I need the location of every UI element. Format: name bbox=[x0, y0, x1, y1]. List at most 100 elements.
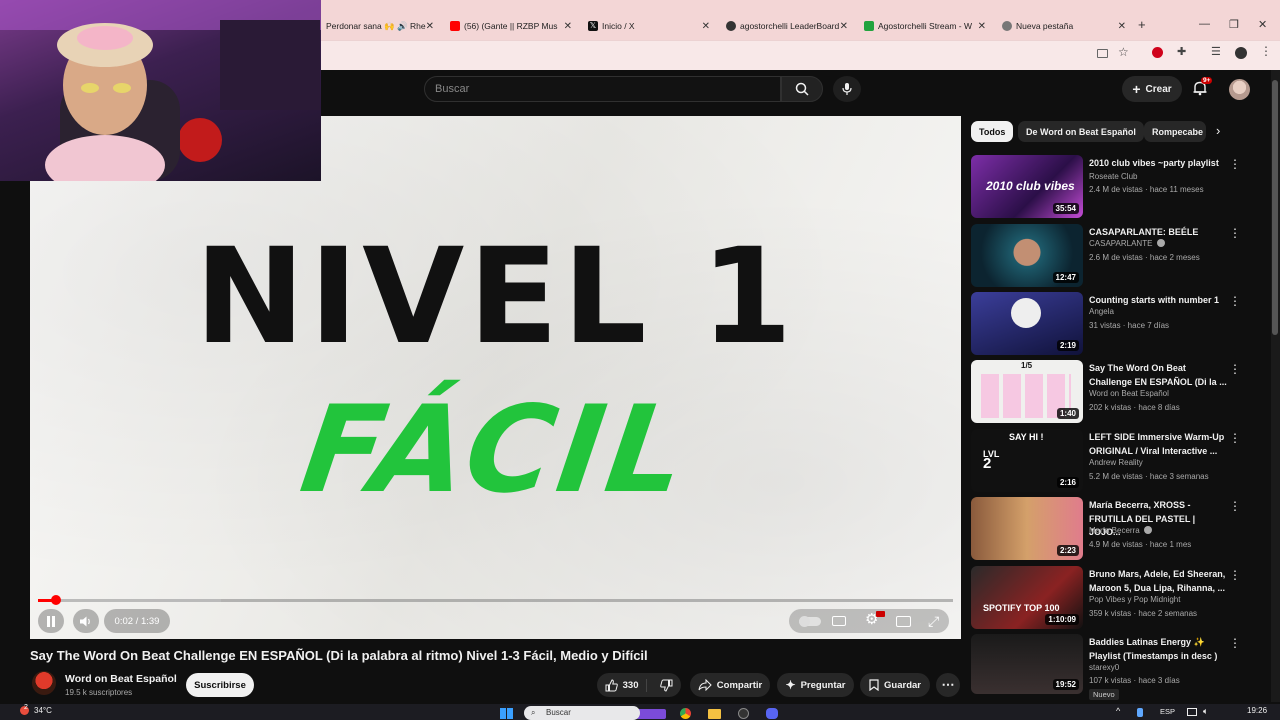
profile-avatar-icon[interactable] bbox=[1235, 47, 1247, 59]
browser-tab[interactable]: (56) (Gante || RZBP Mus ✕ bbox=[450, 16, 572, 36]
extensions-puzzle-icon[interactable]: ✚ bbox=[1177, 45, 1186, 58]
recommendation-title[interactable]: Bruno Mars, Adele, Ed Sheeran, Maroon 5,… bbox=[1089, 568, 1227, 595]
ask-button[interactable]: ✦ Preguntar bbox=[777, 673, 854, 697]
recommendation-item[interactable]: SPOTIFY TOP 100 1:10:09 Bruno Mars, Adel… bbox=[971, 566, 1261, 632]
bookmark-star-icon[interactable]: ☆ bbox=[1118, 45, 1129, 59]
like-button[interactable]: 330 bbox=[597, 678, 648, 692]
recommendation-channel[interactable]: Pop Vibes y Pop Midnight bbox=[1089, 595, 1180, 604]
recommendation-item[interactable]: SAY HI ! LVL 2 2:16 LEFT SIDE Immersive W… bbox=[971, 429, 1261, 495]
browser-menu-icon[interactable]: ⋮ bbox=[1260, 44, 1272, 58]
new-tab-button[interactable]: + bbox=[1138, 17, 1146, 32]
video-thumbnail[interactable]: 19:52 bbox=[971, 634, 1083, 694]
recommendation-channel[interactable]: Andrew Reality bbox=[1089, 458, 1143, 467]
discord-taskbar-icon[interactable] bbox=[766, 708, 778, 719]
video-thumbnail[interactable]: SPOTIFY TOP 100 1:10:09 bbox=[971, 566, 1083, 629]
clock[interactable]: 19:26 bbox=[1247, 706, 1267, 715]
recommendation-item[interactable]: 1/5 1:40 Say The Word On Beat Challenge … bbox=[971, 360, 1261, 426]
chrome-taskbar-icon[interactable] bbox=[680, 708, 691, 719]
share-button[interactable]: Compartir bbox=[690, 673, 770, 697]
progress-bar[interactable] bbox=[38, 595, 953, 605]
recommendation-title[interactable]: 2010 club vibes ~party playlist bbox=[1089, 157, 1227, 171]
browser-tab[interactable]: agostorchelli LeaderBoard ✕ bbox=[726, 16, 848, 36]
chip-todos[interactable]: Todos bbox=[971, 121, 1014, 142]
recommendation-item[interactable]: 2:23 María Becerra, XROSS - FRUTILLA DEL… bbox=[971, 497, 1261, 563]
more-vertical-icon[interactable]: ⋮ bbox=[1229, 294, 1241, 308]
recommendation-item[interactable]: 19:52 Baddies Latinas Energy ✨ Playlist … bbox=[971, 634, 1261, 700]
recommendation-channel[interactable]: Word on Beat Español bbox=[1089, 389, 1169, 398]
more-vertical-icon[interactable]: ⋮ bbox=[1229, 431, 1241, 445]
mute-button[interactable] bbox=[73, 609, 99, 633]
browser-tab[interactable]: Agostorchelli Stream - W ✕ bbox=[864, 16, 986, 36]
tab-close-icon[interactable]: ✕ bbox=[1118, 21, 1126, 32]
close-window-button[interactable]: ✕ bbox=[1258, 18, 1267, 31]
browser-tab[interactable]: 𝕏 Inicio / X ✕ bbox=[588, 16, 710, 36]
browser-tab-active[interactable]: Nueva pestaña ✕ bbox=[1002, 16, 1126, 36]
notifications-button[interactable]: 9+ bbox=[1192, 77, 1213, 98]
recommendation-channel[interactable]: Roseate Club bbox=[1089, 172, 1137, 181]
more-vertical-icon[interactable]: ⋮ bbox=[1229, 636, 1241, 650]
tray-icon[interactable] bbox=[1137, 708, 1143, 717]
system-tray-chevron-icon[interactable]: ^ bbox=[1116, 706, 1120, 716]
language-indicator[interactable]: ESP bbox=[1160, 707, 1175, 716]
pause-button[interactable] bbox=[38, 609, 64, 633]
recommendation-title[interactable]: Baddies Latinas Energy ✨ Playlist (Times… bbox=[1089, 636, 1227, 663]
scrollbar-thumb[interactable] bbox=[1272, 80, 1278, 335]
recommendation-title[interactable]: CASAPARLANTE: BEÉLE bbox=[1089, 226, 1227, 240]
tab-close-icon[interactable]: ✕ bbox=[840, 21, 848, 32]
obs-taskbar-icon[interactable] bbox=[738, 708, 749, 719]
create-button[interactable]: + Crear bbox=[1122, 76, 1182, 102]
reading-list-icon[interactable]: ☰ bbox=[1211, 45, 1221, 58]
search-input[interactable]: Buscar bbox=[424, 76, 781, 102]
recommendation-channel[interactable]: CASAPARLANTE bbox=[1089, 239, 1165, 248]
volume-tray-icon[interactable]: 🔈︎ bbox=[1203, 706, 1208, 717]
extension-opera-icon[interactable] bbox=[1152, 47, 1163, 58]
video-thumbnail[interactable]: 2:23 bbox=[971, 497, 1083, 560]
recommendation-title[interactable]: LEFT SIDE Immersive Warm-Up ORIGINAL / V… bbox=[1089, 431, 1227, 458]
network-icon[interactable] bbox=[1187, 708, 1197, 716]
more-actions-button[interactable]: ⋯ bbox=[936, 673, 960, 697]
chip-scroll-right-icon[interactable]: › bbox=[1216, 123, 1220, 138]
maximize-button[interactable]: ❐ bbox=[1229, 18, 1239, 31]
folder-taskbar-icon[interactable] bbox=[708, 709, 721, 719]
voice-search-button[interactable] bbox=[833, 76, 861, 102]
more-vertical-icon[interactable]: ⋮ bbox=[1229, 499, 1241, 513]
channel-avatar[interactable] bbox=[32, 671, 56, 695]
save-button[interactable]: Guardar bbox=[860, 673, 930, 697]
chip-channel[interactable]: De Word on Beat Español bbox=[1018, 121, 1144, 142]
channel-name[interactable]: Word on Beat Español bbox=[65, 673, 177, 685]
more-vertical-icon[interactable]: ⋮ bbox=[1229, 362, 1241, 376]
recommendation-title[interactable]: Counting starts with number 1 bbox=[1089, 294, 1227, 308]
tab-close-icon[interactable]: ✕ bbox=[702, 21, 710, 32]
more-vertical-icon[interactable]: ⋮ bbox=[1229, 226, 1241, 240]
browser-tab[interactable]: Perdonar sana 🙌 🔊 Rhe ✕ bbox=[326, 16, 434, 36]
taskbar-app-icon[interactable] bbox=[636, 709, 666, 719]
tab-close-icon[interactable]: ✕ bbox=[426, 21, 434, 32]
video-thumbnail[interactable]: 2010 club vibes 35:54 bbox=[971, 155, 1083, 218]
subscribe-button[interactable]: Suscribirse bbox=[186, 673, 254, 697]
miniplayer-icon[interactable] bbox=[896, 616, 911, 627]
taskbar-search-input[interactable]: ⌕ Buscar bbox=[524, 706, 640, 720]
temperature[interactable]: 34°C bbox=[34, 706, 52, 715]
recommendation-item[interactable]: 2:19 Counting starts with number 1 Angel… bbox=[971, 292, 1261, 358]
recommendation-item[interactable]: 2010 club vibes 35:54 2010 club vibes ~p… bbox=[971, 155, 1261, 221]
chip-rompecabezas[interactable]: Rompecabe bbox=[1144, 121, 1206, 142]
video-player[interactable]: NIVEL 1 FÁCIL 0:02 / 1:39 ⚙ ⤢ bbox=[30, 116, 961, 639]
more-vertical-icon[interactable]: ⋮ bbox=[1229, 568, 1241, 582]
search-button[interactable] bbox=[781, 76, 823, 102]
tab-close-icon[interactable]: ✕ bbox=[978, 21, 986, 32]
recommendation-item[interactable]: 12:47 CASAPARLANTE: BEÉLE CASAPARLANTE 2… bbox=[971, 224, 1261, 290]
recommendation-channel[interactable]: María Becerra bbox=[1089, 526, 1152, 535]
account-avatar[interactable] bbox=[1229, 79, 1250, 100]
recommendation-title[interactable]: Say The Word On Beat Challenge EN ESPAÑO… bbox=[1089, 362, 1227, 389]
minimize-button[interactable]: — bbox=[1199, 18, 1210, 30]
more-vertical-icon[interactable]: ⋮ bbox=[1229, 157, 1241, 171]
start-button-icon[interactable] bbox=[500, 708, 513, 719]
video-thumbnail[interactable]: 1/5 1:40 bbox=[971, 360, 1083, 423]
video-thumbnail[interactable]: SAY HI ! LVL 2 2:16 bbox=[971, 429, 1083, 492]
video-thumbnail[interactable]: 2:19 bbox=[971, 292, 1083, 355]
autoplay-toggle[interactable] bbox=[799, 616, 821, 627]
fullscreen-icon[interactable]: ⤢ bbox=[928, 613, 939, 629]
recommendation-channel[interactable]: Angela bbox=[1089, 307, 1114, 316]
recommendation-channel[interactable]: starexy0 bbox=[1089, 663, 1119, 672]
install-app-icon[interactable] bbox=[1097, 49, 1108, 58]
